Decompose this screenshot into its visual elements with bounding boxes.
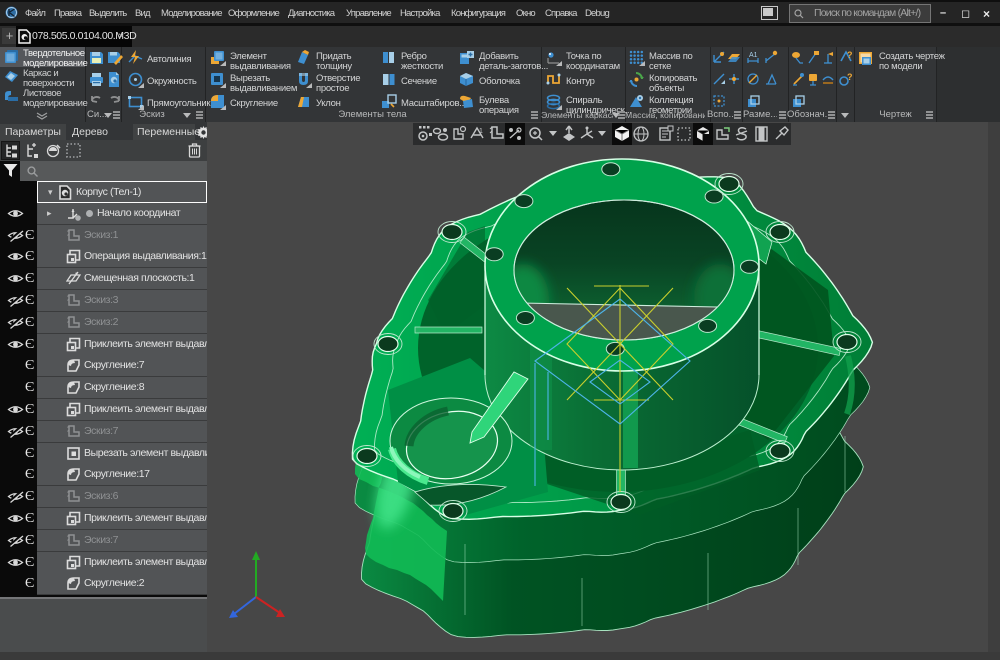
svg-text:A1: A1 [749,52,758,59]
svg-text:?: ? [847,72,853,82]
svg-text:1: 1 [479,128,483,135]
svg-text:?: ? [847,50,853,60]
